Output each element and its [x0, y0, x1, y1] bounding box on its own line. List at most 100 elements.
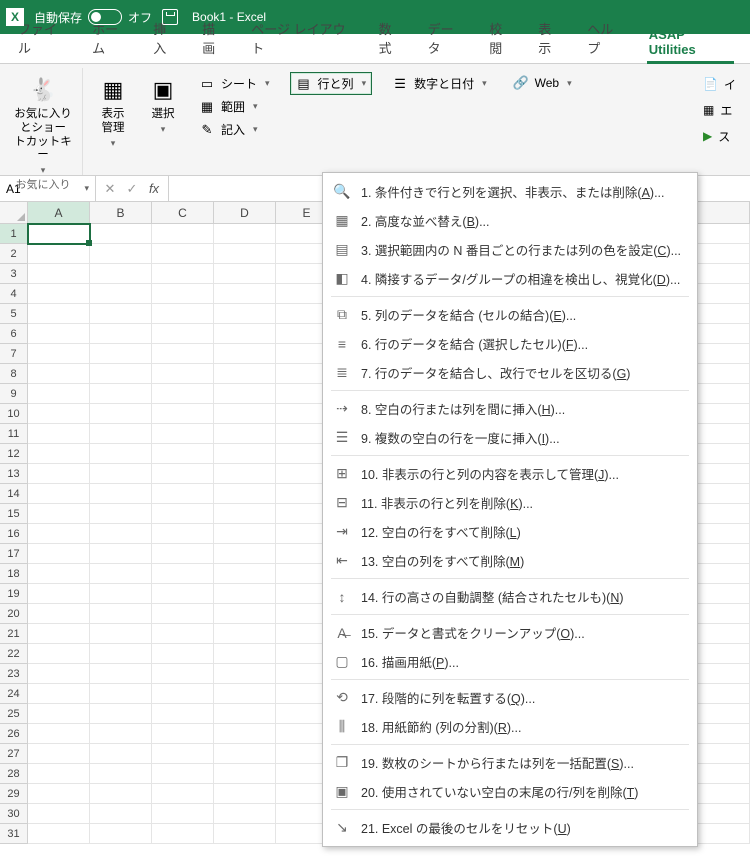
cell[interactable] — [214, 764, 276, 784]
cell[interactable] — [28, 604, 90, 624]
autosave-switch-icon[interactable] — [88, 9, 122, 25]
row-header[interactable]: 7 — [0, 344, 28, 364]
cell[interactable] — [214, 244, 276, 264]
cell[interactable] — [214, 644, 276, 664]
row-header[interactable]: 1 — [0, 224, 28, 244]
cell[interactable] — [214, 784, 276, 804]
tab-review[interactable]: 校閲 — [479, 13, 524, 63]
cell[interactable] — [152, 244, 214, 264]
cell[interactable] — [214, 624, 276, 644]
row-header[interactable]: 10 — [0, 404, 28, 424]
row-header[interactable]: 4 — [0, 284, 28, 304]
cell[interactable] — [28, 264, 90, 284]
row-header[interactable]: 9 — [0, 384, 28, 404]
tab-formulas[interactable]: 数式 — [369, 13, 414, 63]
cell[interactable] — [90, 504, 152, 524]
cell[interactable] — [28, 804, 90, 824]
column-header[interactable]: A — [28, 202, 90, 224]
favorites-shortcuts-button[interactable]: 🐇 お気に入りとショー トカットキー ▾ — [12, 70, 74, 176]
cell[interactable] — [214, 604, 276, 624]
cell[interactable] — [152, 504, 214, 524]
numbers-date-button[interactable]: ☰ 数字と日付 ▾ — [386, 72, 493, 95]
tab-data[interactable]: データ — [418, 13, 476, 63]
cell[interactable] — [152, 564, 214, 584]
cell[interactable] — [90, 384, 152, 404]
cell[interactable] — [214, 444, 276, 464]
cell[interactable] — [214, 424, 276, 444]
export-button[interactable]: ▦エ — [703, 100, 736, 120]
cell[interactable] — [152, 444, 214, 464]
cell[interactable] — [152, 664, 214, 684]
menu-item[interactable]: ⟲17. 段階的に列を転置する(Q)... — [323, 683, 697, 712]
menu-item[interactable]: ≡6. 行のデータを結合 (選択したセル)(F)... — [323, 329, 697, 358]
cell[interactable] — [28, 584, 90, 604]
cell[interactable] — [152, 304, 214, 324]
cell[interactable] — [214, 704, 276, 724]
menu-item[interactable]: ⇥12. 空白の行をすべて削除(L) — [323, 517, 697, 546]
cell[interactable] — [152, 324, 214, 344]
row-header[interactable]: 16 — [0, 524, 28, 544]
row-header[interactable]: 19 — [0, 584, 28, 604]
cell[interactable] — [214, 464, 276, 484]
row-header[interactable]: 11 — [0, 424, 28, 444]
menu-item[interactable]: ❐19. 数枚のシートから行または列を一括配置(S)... — [323, 748, 697, 777]
tab-page-layout[interactable]: ページ レイアウト — [241, 13, 364, 63]
row-header[interactable]: 20 — [0, 604, 28, 624]
cell[interactable] — [152, 624, 214, 644]
cell[interactable] — [90, 484, 152, 504]
cell[interactable] — [152, 604, 214, 624]
cell[interactable] — [28, 704, 90, 724]
cell[interactable] — [152, 484, 214, 504]
cell[interactable] — [90, 284, 152, 304]
cell[interactable] — [214, 544, 276, 564]
menu-item[interactable]: ⊟11. 非表示の行と列を削除(K)... — [323, 488, 697, 517]
row-header[interactable]: 3 — [0, 264, 28, 284]
row-header[interactable]: 8 — [0, 364, 28, 384]
cell[interactable] — [28, 644, 90, 664]
cell[interactable] — [90, 424, 152, 444]
cell[interactable] — [152, 784, 214, 804]
row-header[interactable]: 31 — [0, 824, 28, 844]
cell[interactable] — [28, 784, 90, 804]
cell[interactable] — [90, 824, 152, 844]
cell[interactable] — [28, 524, 90, 544]
cell[interactable] — [28, 324, 90, 344]
cell[interactable] — [90, 524, 152, 544]
row-header[interactable]: 28 — [0, 764, 28, 784]
cell[interactable] — [152, 524, 214, 544]
sheets-button[interactable]: ▭ シート ▾ — [193, 72, 276, 95]
select-button[interactable]: ▣ 選択 ▾ — [141, 70, 185, 159]
menu-item[interactable]: 🔍1. 条件付きで行と列を選択、非表示、または削除(A)... — [323, 177, 697, 206]
cell[interactable] — [28, 564, 90, 584]
cell[interactable] — [214, 364, 276, 384]
cell[interactable] — [152, 764, 214, 784]
cell[interactable] — [90, 444, 152, 464]
cell[interactable] — [28, 304, 90, 324]
cell[interactable] — [28, 744, 90, 764]
cell[interactable] — [90, 684, 152, 704]
cell[interactable] — [152, 724, 214, 744]
cell[interactable] — [90, 244, 152, 264]
menu-item[interactable]: ▢16. 描画用紙(P)... — [323, 647, 697, 676]
cell[interactable] — [28, 244, 90, 264]
start-button[interactable]: ▶ス — [703, 126, 736, 146]
cell[interactable] — [214, 384, 276, 404]
save-icon[interactable] — [162, 9, 178, 25]
cell[interactable] — [152, 344, 214, 364]
cell[interactable] — [152, 224, 214, 244]
menu-item[interactable]: ◧4. 隣接するデータ/グループの相違を検出し、視覚化(D)... — [323, 264, 697, 293]
cell[interactable] — [90, 584, 152, 604]
cell[interactable] — [152, 744, 214, 764]
cell[interactable] — [214, 684, 276, 704]
cell[interactable] — [214, 484, 276, 504]
cell[interactable] — [90, 264, 152, 284]
select-all-triangle[interactable] — [0, 202, 28, 224]
cell[interactable] — [214, 404, 276, 424]
cell[interactable] — [214, 744, 276, 764]
web-button[interactable]: 🔗 Web ▾ — [507, 72, 578, 94]
cell[interactable] — [28, 504, 90, 524]
cell[interactable] — [28, 484, 90, 504]
cell[interactable] — [28, 684, 90, 704]
chevron-down-icon[interactable]: ▾ — [84, 183, 89, 194]
cell[interactable] — [152, 804, 214, 824]
